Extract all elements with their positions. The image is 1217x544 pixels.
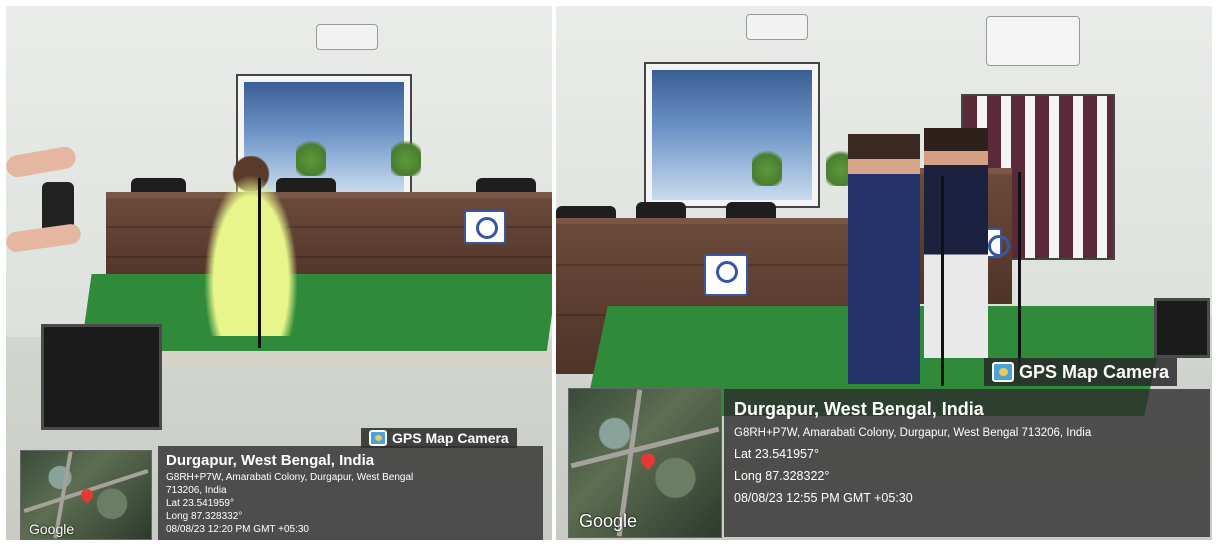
speaker-box — [1154, 298, 1210, 358]
address-line2: 713206, India — [166, 485, 227, 496]
address-line1: G8RH+P7W, Amarabati Colony, Durgapur, We… — [166, 472, 414, 483]
location-title: Durgapur, West Bengal, India — [166, 452, 375, 469]
longitude: Long 87.328322° — [734, 469, 830, 483]
projector — [746, 14, 808, 40]
timestamp: 08/08/23 12:20 PM GMT +05:30 — [166, 524, 309, 535]
flower-vase — [752, 146, 782, 186]
performer-left — [848, 134, 920, 384]
longitude: Long 87.328332° — [166, 511, 243, 522]
institution-logo — [464, 210, 506, 244]
map-thumbnail: Google — [568, 388, 722, 538]
microphone-stand — [258, 178, 261, 348]
institution-logo — [704, 254, 748, 296]
projection-screen — [646, 64, 818, 206]
location-overlay: Durgapur, West Bengal, India G8RH+P7W, A… — [724, 389, 1210, 537]
performer-right — [924, 128, 988, 358]
location-pin-icon — [638, 450, 658, 470]
timestamp: 08/08/23 12:55 PM GMT +05:30 — [734, 491, 913, 505]
projector — [316, 24, 378, 50]
location-overlay: Durgapur, West Bengal, India G8RH+P7W, A… — [158, 446, 543, 540]
badge-label: GPS Map Camera — [392, 430, 509, 446]
address-line1: G8RH+P7W, Amarabati Colony, Durgapur, We… — [734, 427, 1092, 439]
gps-map-camera-icon — [369, 430, 387, 446]
child-performer — [196, 156, 306, 336]
location-title: Durgapur, West Bengal, India — [734, 399, 984, 419]
microphone-stand — [1018, 172, 1021, 372]
left-photo: GPS Map Camera Google Durgapur, West Ben… — [6, 6, 552, 540]
microphone-stand — [941, 176, 944, 386]
google-attribution: Google — [579, 511, 638, 531]
map-thumbnail: Google — [20, 450, 152, 540]
gps-map-camera-badge: GPS Map Camera — [984, 358, 1178, 386]
gps-map-camera-icon — [992, 362, 1014, 382]
badge-label: GPS Map Camera — [1019, 361, 1170, 382]
latitude: Lat 23.541957° — [734, 447, 819, 461]
google-attribution: Google — [29, 521, 75, 537]
flower-vase — [391, 136, 421, 176]
gps-map-camera-badge: GPS Map Camera — [361, 428, 517, 448]
speaker-box — [41, 324, 162, 430]
right-photo: GPS Map Camera Google Durgapur, West Ben… — [556, 6, 1212, 540]
latitude: Lat 23.541959° — [166, 498, 234, 509]
air-conditioner — [986, 16, 1080, 66]
